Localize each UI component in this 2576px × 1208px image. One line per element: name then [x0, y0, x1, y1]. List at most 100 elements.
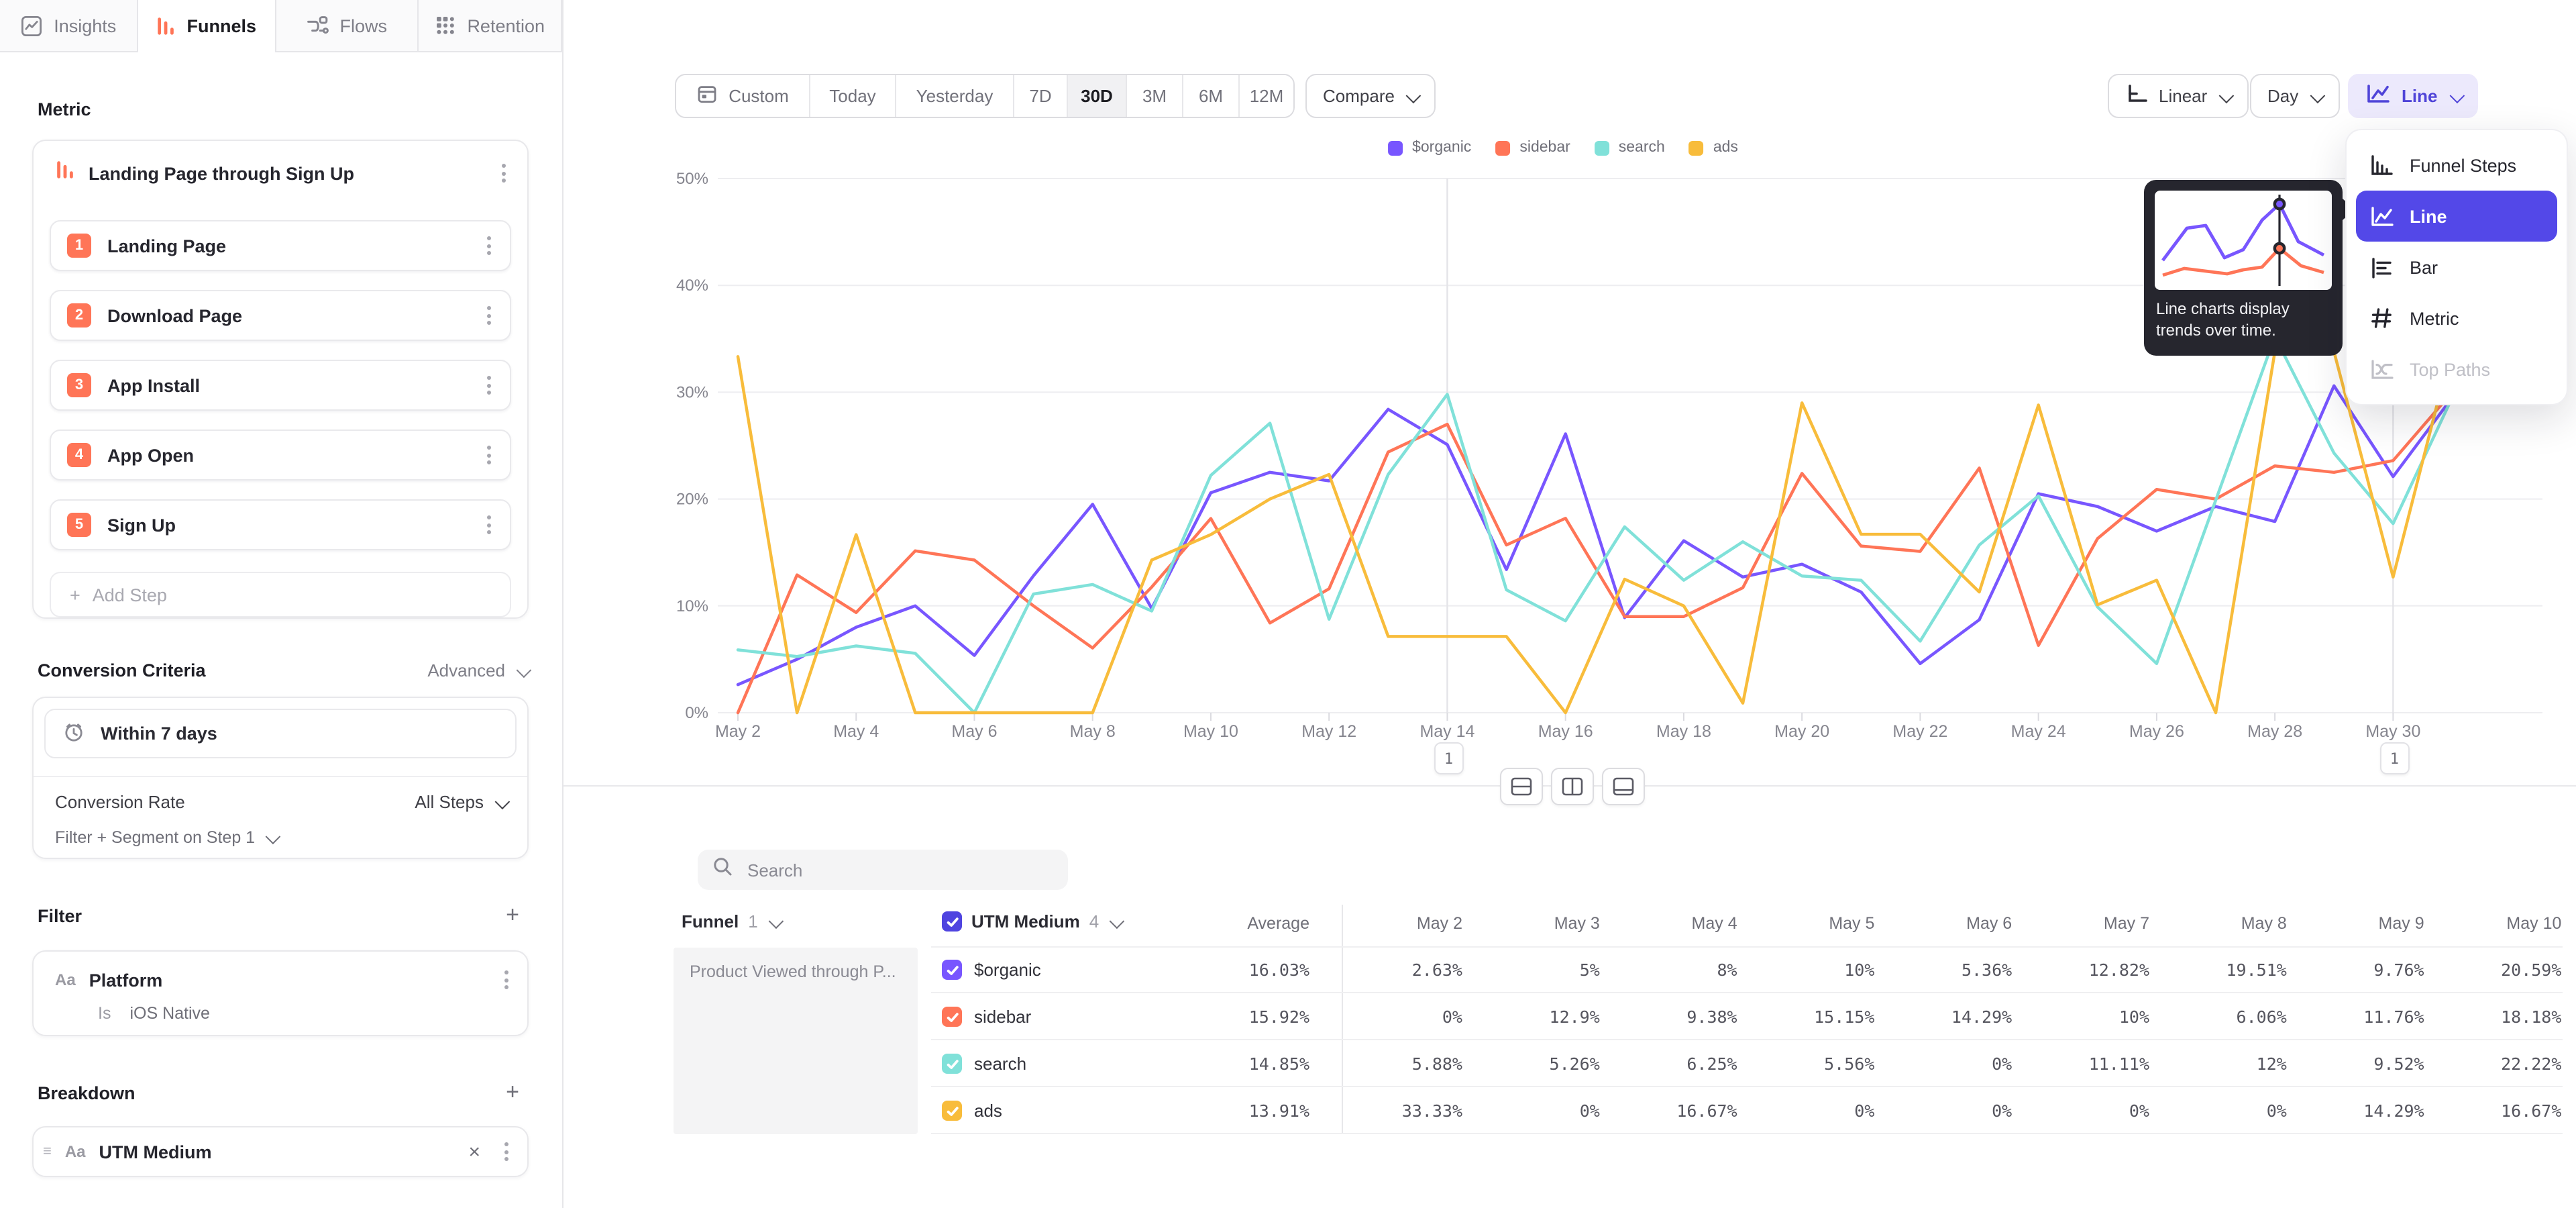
table-cell: 0% — [1854, 1101, 1874, 1121]
kebab-icon[interactable] — [482, 231, 496, 260]
table-cell: 0% — [1992, 1054, 2012, 1074]
row-divider — [931, 1133, 2563, 1134]
filter-card[interactable]: Aa Platform Is iOS Native — [32, 950, 529, 1036]
column-header: May 6 — [1966, 914, 2012, 933]
step-label: Landing Page — [107, 236, 466, 256]
breakdown-card[interactable]: ≡ Aa UTM Medium × — [32, 1126, 529, 1177]
table-cell: 5% — [1580, 960, 1600, 980]
breakdown-dropdown-count: 4 — [1089, 911, 1099, 932]
breakdown-property: UTM Medium — [99, 1142, 450, 1162]
clock-icon — [62, 719, 86, 748]
menu-item-label: Top Paths — [2410, 359, 2490, 379]
table-breakdown-dropdown[interactable]: UTM Medium4 — [942, 911, 1121, 932]
funnel-steps: 1 Landing Page 2Download Page 3App Install 4… — [50, 220, 511, 569]
series-checkbox[interactable] — [942, 1101, 962, 1121]
x-axis-label: May 24 — [2011, 722, 2066, 741]
filter-operator[interactable]: Is — [98, 1004, 111, 1023]
funnel-step-3[interactable]: 3App Install — [50, 360, 511, 411]
add-step-button[interactable]: + Add Step — [50, 572, 511, 617]
kebab-icon[interactable] — [482, 301, 496, 330]
table-cell: 14.29% — [1951, 1007, 2012, 1027]
tab-label: Flows — [339, 15, 387, 36]
table-cell: 0% — [1580, 1101, 1600, 1121]
line-chart: 0%10%20%30%40%50%May 2May 4May 6May 8May… — [564, 0, 2576, 772]
table-cell: 2.63% — [1412, 960, 1462, 980]
bar-icon — [2368, 256, 2395, 279]
funnel-step-5[interactable]: 5Sign Up — [50, 499, 511, 550]
funnel-step-1[interactable]: 1 Landing Page — [50, 220, 511, 271]
menu-item-bar[interactable]: Bar — [2356, 242, 2557, 293]
column-header: Average — [1247, 914, 1309, 933]
tab-label: Funnels — [186, 15, 256, 36]
tab-funnels[interactable]: Funnels — [138, 0, 276, 51]
breakdown-checkbox[interactable] — [942, 911, 962, 932]
annotation-badge[interactable]: 1 — [2379, 742, 2409, 774]
menu-item-metric[interactable]: Metric — [2356, 293, 2557, 344]
funnel-dropdown-count: 1 — [748, 911, 757, 932]
y-axis-label: 50% — [676, 170, 708, 188]
series-checkbox[interactable] — [942, 1054, 962, 1074]
menu-item-top-paths: Top Paths — [2356, 344, 2557, 395]
table-cell: 12.82% — [2089, 960, 2149, 980]
filter-title: Filter — [38, 905, 498, 925]
layout-toggle-group — [1500, 768, 1645, 805]
add-step-label: Add Step — [93, 585, 167, 605]
conversion-rate-dropdown[interactable]: All Steps — [415, 792, 506, 812]
kebab-icon[interactable] — [482, 440, 496, 470]
series-checkbox[interactable] — [942, 960, 962, 980]
table-cell: 22.22% — [2501, 1054, 2561, 1074]
filter-header: Filter + — [38, 902, 527, 929]
layout-split-h-button[interactable] — [1500, 768, 1543, 805]
funnel-step-2[interactable]: 2Download Page — [50, 290, 511, 341]
series-name: sidebar — [974, 1007, 1031, 1027]
series-checkbox[interactable] — [942, 1007, 962, 1027]
kebab-icon[interactable] — [482, 510, 496, 540]
conversion-window-button[interactable]: Within 7 days — [44, 709, 517, 758]
kebab-icon[interactable] — [496, 158, 511, 188]
step-number-badge: 2 — [67, 303, 91, 328]
funnel-step-4[interactable]: 4App Open — [50, 430, 511, 481]
layout-bottom-button[interactable] — [1602, 768, 1645, 805]
drag-handle-icon[interactable]: ≡ — [43, 1144, 52, 1160]
add-filter-button[interactable]: + — [498, 902, 527, 929]
table-funnel-dropdown[interactable]: Funnel1 — [682, 911, 780, 932]
menu-item-funnel-steps[interactable]: Funnel Steps — [2356, 140, 2557, 191]
table-cell: 0% — [1992, 1101, 2012, 1121]
tab-insights[interactable]: Insights — [0, 0, 138, 51]
column-header: May 10 — [2506, 914, 2561, 933]
kebab-icon[interactable] — [499, 965, 514, 995]
tab-label: Insights — [54, 15, 116, 36]
menu-item-label: Funnel Steps — [2410, 155, 2516, 175]
funnel-title: Landing Page through Sign Up — [89, 163, 483, 183]
table-cell: 10% — [2119, 1007, 2149, 1027]
filter-segment-dropdown[interactable]: Filter + Segment on Step 1 — [55, 828, 277, 847]
kebab-icon[interactable] — [499, 1137, 514, 1166]
kebab-icon[interactable] — [482, 370, 496, 400]
x-axis-label: May 2 — [715, 722, 761, 741]
table-row: ads13.91%33.33%0%16.67%0%0%0%0%14.29%16.… — [564, 1087, 2576, 1134]
tab-flows[interactable]: Flows — [276, 0, 419, 51]
close-icon[interactable]: × — [463, 1140, 486, 1163]
advanced-dropdown[interactable]: Advanced — [427, 660, 527, 681]
tab-retention[interactable]: Retention — [419, 0, 563, 51]
add-breakdown-button[interactable]: + — [498, 1079, 527, 1106]
table-cell: 9.52% — [2373, 1054, 2424, 1074]
table-cell: 0% — [1442, 1007, 1462, 1027]
chevron-down-icon — [266, 829, 280, 844]
chevron-down-icon — [516, 662, 530, 676]
funnel-steps-icon — [2368, 153, 2395, 177]
chevron-down-icon — [769, 913, 783, 927]
table-cell: 12.9% — [1550, 1007, 1600, 1027]
layout-split-v-button[interactable] — [1551, 768, 1594, 805]
advanced-label: Advanced — [427, 660, 505, 681]
x-axis-label: May 18 — [1656, 722, 1711, 741]
conversion-rate-value: All Steps — [415, 792, 484, 812]
table-cell: 10% — [1844, 960, 1874, 980]
table-cell: 6.25% — [1686, 1054, 1737, 1074]
filter-value[interactable]: iOS Native — [129, 1004, 210, 1023]
step-number-badge: 1 — [67, 234, 91, 258]
menu-item-line[interactable]: Line — [2356, 191, 2557, 242]
annotation-badge[interactable]: 1 — [1434, 742, 1463, 774]
search-icon — [712, 856, 733, 883]
search-input[interactable] — [745, 858, 1053, 881]
